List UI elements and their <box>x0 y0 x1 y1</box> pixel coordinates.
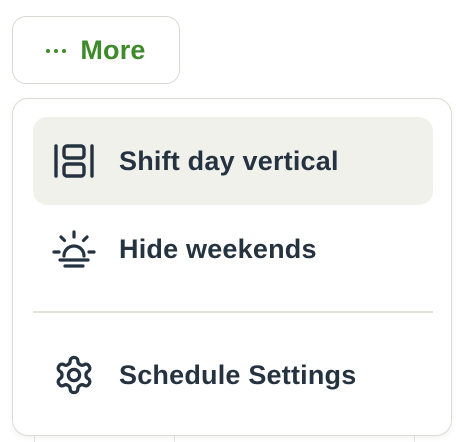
more-menu-dropdown: Shift day vertical Hide weekends Schedul… <box>12 98 452 436</box>
menu-item-schedule-settings[interactable]: Schedule Settings <box>33 331 433 419</box>
menu-item-label: Shift day vertical <box>119 145 339 176</box>
menu-item-label: Schedule Settings <box>119 359 357 390</box>
ellipsis-icon <box>46 49 67 53</box>
menu-item-label: Hide weekends <box>119 233 317 264</box>
gear-icon <box>51 352 97 398</box>
sunset-icon <box>51 226 97 272</box>
more-button-label: More <box>80 34 146 65</box>
menu-item-hide-weekends[interactable]: Hide weekends <box>33 205 433 293</box>
menu-item-shift-day-vertical[interactable]: Shift day vertical <box>33 117 433 205</box>
menu-divider <box>33 311 433 313</box>
more-button[interactable]: More <box>12 16 180 84</box>
vertical-layout-icon <box>51 138 97 184</box>
